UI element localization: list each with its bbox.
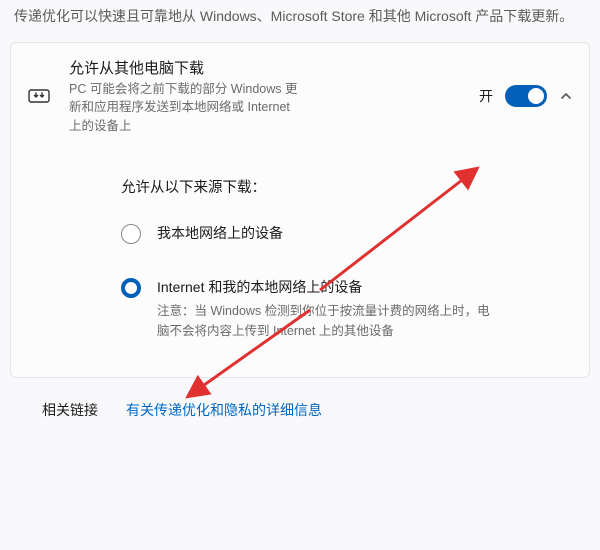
toggle-knob — [528, 88, 544, 104]
download-source-section: 允许从以下来源下载： 我本地网络上的设备 Internet 和我的本地网络上的设… — [11, 150, 589, 377]
allow-downloads-toggle[interactable] — [505, 85, 547, 107]
download-multi-icon — [25, 87, 53, 105]
radio-label: 我本地网络上的设备 — [157, 223, 283, 243]
radio-label: Internet 和我的本地网络上的设备 — [157, 277, 497, 297]
chevron-up-icon[interactable] — [559, 89, 573, 103]
card-description: PC 可能会将之前下载的部分 Windows 更新和应用程序发送到本地网络或 I… — [69, 80, 299, 136]
radio-note: 注意：当 Windows 检测到你位于按流量计费的网络上时，电脑不会将内容上传到… — [157, 301, 497, 341]
privacy-info-link[interactable]: 有关传递优化和隐私的详细信息 — [126, 400, 322, 420]
intro-text: 传递优化可以快速且可靠地从 Windows、Microsoft Store 和其… — [10, 6, 590, 42]
radio-icon — [121, 224, 141, 244]
related-links-label: 相关链接 — [42, 400, 98, 420]
radio-icon — [121, 278, 141, 298]
toggle-state-label: 开 — [479, 86, 493, 106]
radio-option-internet-and-local[interactable]: Internet 和我的本地网络上的设备 注意：当 Windows 检测到你位于… — [121, 277, 573, 341]
allow-downloads-card: 允许从其他电脑下载 PC 可能会将之前下载的部分 Windows 更新和应用程序… — [10, 42, 590, 378]
card-header[interactable]: 允许从其他电脑下载 PC 可能会将之前下载的部分 Windows 更新和应用程序… — [11, 43, 589, 150]
download-source-heading: 允许从以下来源下载： — [121, 176, 573, 197]
radio-option-local-network[interactable]: 我本地网络上的设备 — [121, 223, 573, 243]
card-title: 允许从其他电脑下载 — [69, 57, 463, 78]
related-links-row: 相关链接 有关传递优化和隐私的详细信息 — [10, 378, 590, 426]
